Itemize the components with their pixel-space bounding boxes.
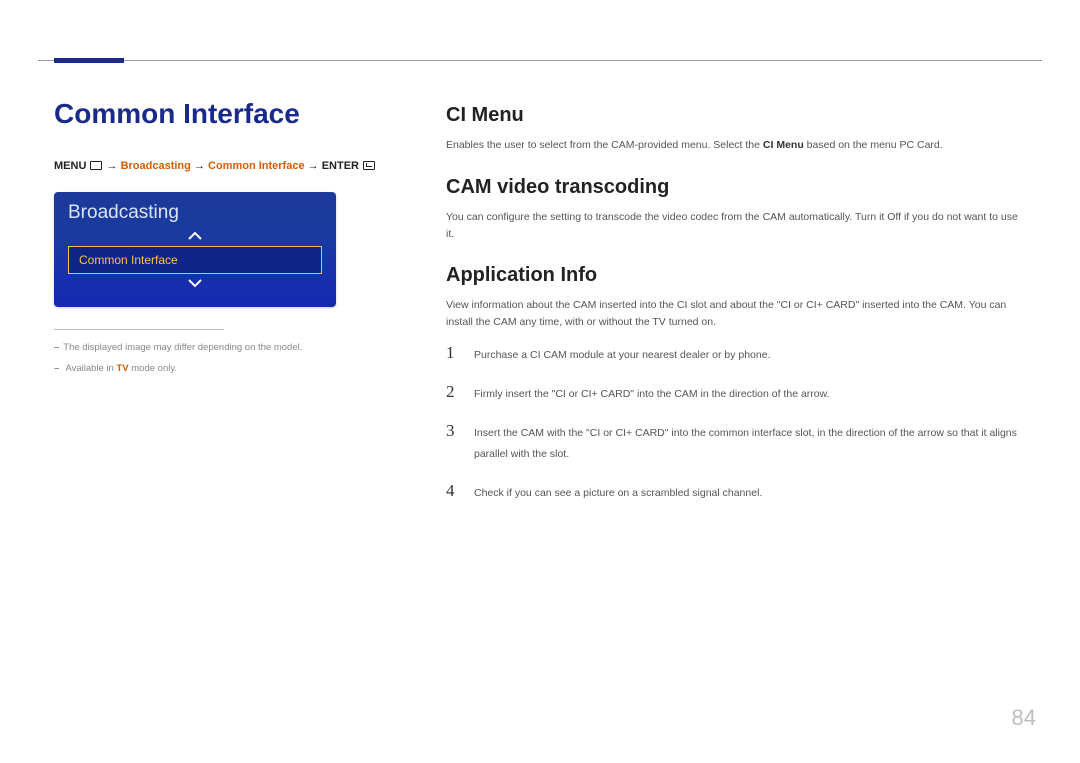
footnote-2: Available in TV mode only. <box>54 363 394 374</box>
section-app-info-title: Application Info <box>446 264 1026 287</box>
menu-button-icon <box>90 161 102 170</box>
ci-menu-body-pre: Enables the user to select from the CAM-… <box>446 139 763 151</box>
left-column: Common Interface MENU → Broadcasting → C… <box>54 98 394 520</box>
step-row: 4 Check if you can see a picture on a sc… <box>446 481 1026 504</box>
osd-panel-title: Broadcasting <box>68 202 322 224</box>
step-number: 3 <box>446 421 460 441</box>
header-rule <box>38 60 1042 70</box>
menu-path-common-interface: Common Interface <box>208 160 305 172</box>
step-row: 3 Insert the CAM with the "CI or CI+ CAR… <box>446 421 1026 465</box>
section-app-info-body: View information about the CAM inserted … <box>446 297 1026 331</box>
right-column: CI Menu Enables the user to select from … <box>446 98 1026 520</box>
footnote-2-pre: Available in <box>65 363 116 374</box>
step-number: 2 <box>446 382 460 402</box>
step-text: Purchase a CI CAM module at your nearest… <box>474 345 771 366</box>
footnote-divider <box>54 329 224 330</box>
section-cam-video-title: CAM video transcoding <box>446 176 1026 199</box>
step-text: Check if you can see a picture on a scra… <box>474 483 762 504</box>
step-number: 1 <box>446 343 460 363</box>
osd-selected-item: Common Interface <box>68 246 322 274</box>
step-row: 1 Purchase a CI CAM module at your neare… <box>446 343 1026 366</box>
step-text: Insert the CAM with the "CI or CI+ CARD"… <box>474 423 1026 465</box>
ci-menu-body-strong: CI Menu <box>763 139 804 151</box>
section-ci-menu-title: CI Menu <box>446 104 1026 127</box>
enter-label: ENTER <box>322 160 359 172</box>
footnote-1: The displayed image may differ depending… <box>54 342 394 353</box>
menu-label: MENU <box>54 160 86 172</box>
footnote-2-accent: TV <box>116 363 128 374</box>
arrow-sep: → <box>308 160 322 172</box>
step-text: Firmly insert the "CI or CI+ CARD" into … <box>474 384 830 405</box>
osd-panel: Broadcasting Common Interface <box>54 192 336 307</box>
section-ci-menu-body: Enables the user to select from the CAM-… <box>446 137 1026 154</box>
arrow-sep: → <box>194 160 208 172</box>
step-number: 4 <box>446 481 460 501</box>
chevron-down-icon <box>68 276 322 292</box>
enter-button-icon <box>363 161 375 170</box>
menu-path-broadcasting: Broadcasting <box>121 160 191 172</box>
page-title: Common Interface <box>54 98 394 130</box>
ci-menu-body-post: based on the menu PC Card. <box>804 139 943 151</box>
section-cam-video-body: You can configure the setting to transco… <box>446 209 1026 243</box>
menu-path: MENU → Broadcasting → Common Interface →… <box>54 160 394 172</box>
page-body: Common Interface MENU → Broadcasting → C… <box>54 98 1026 520</box>
steps-list: 1 Purchase a CI CAM module at your neare… <box>446 343 1026 504</box>
page-number: 84 <box>1012 705 1036 731</box>
step-row: 2 Firmly insert the "CI or CI+ CARD" int… <box>446 382 1026 405</box>
footnote-2-post: mode only. <box>129 363 177 374</box>
arrow-sep: → <box>107 160 121 172</box>
chevron-up-icon <box>68 228 322 244</box>
tab-indicator <box>54 58 124 63</box>
